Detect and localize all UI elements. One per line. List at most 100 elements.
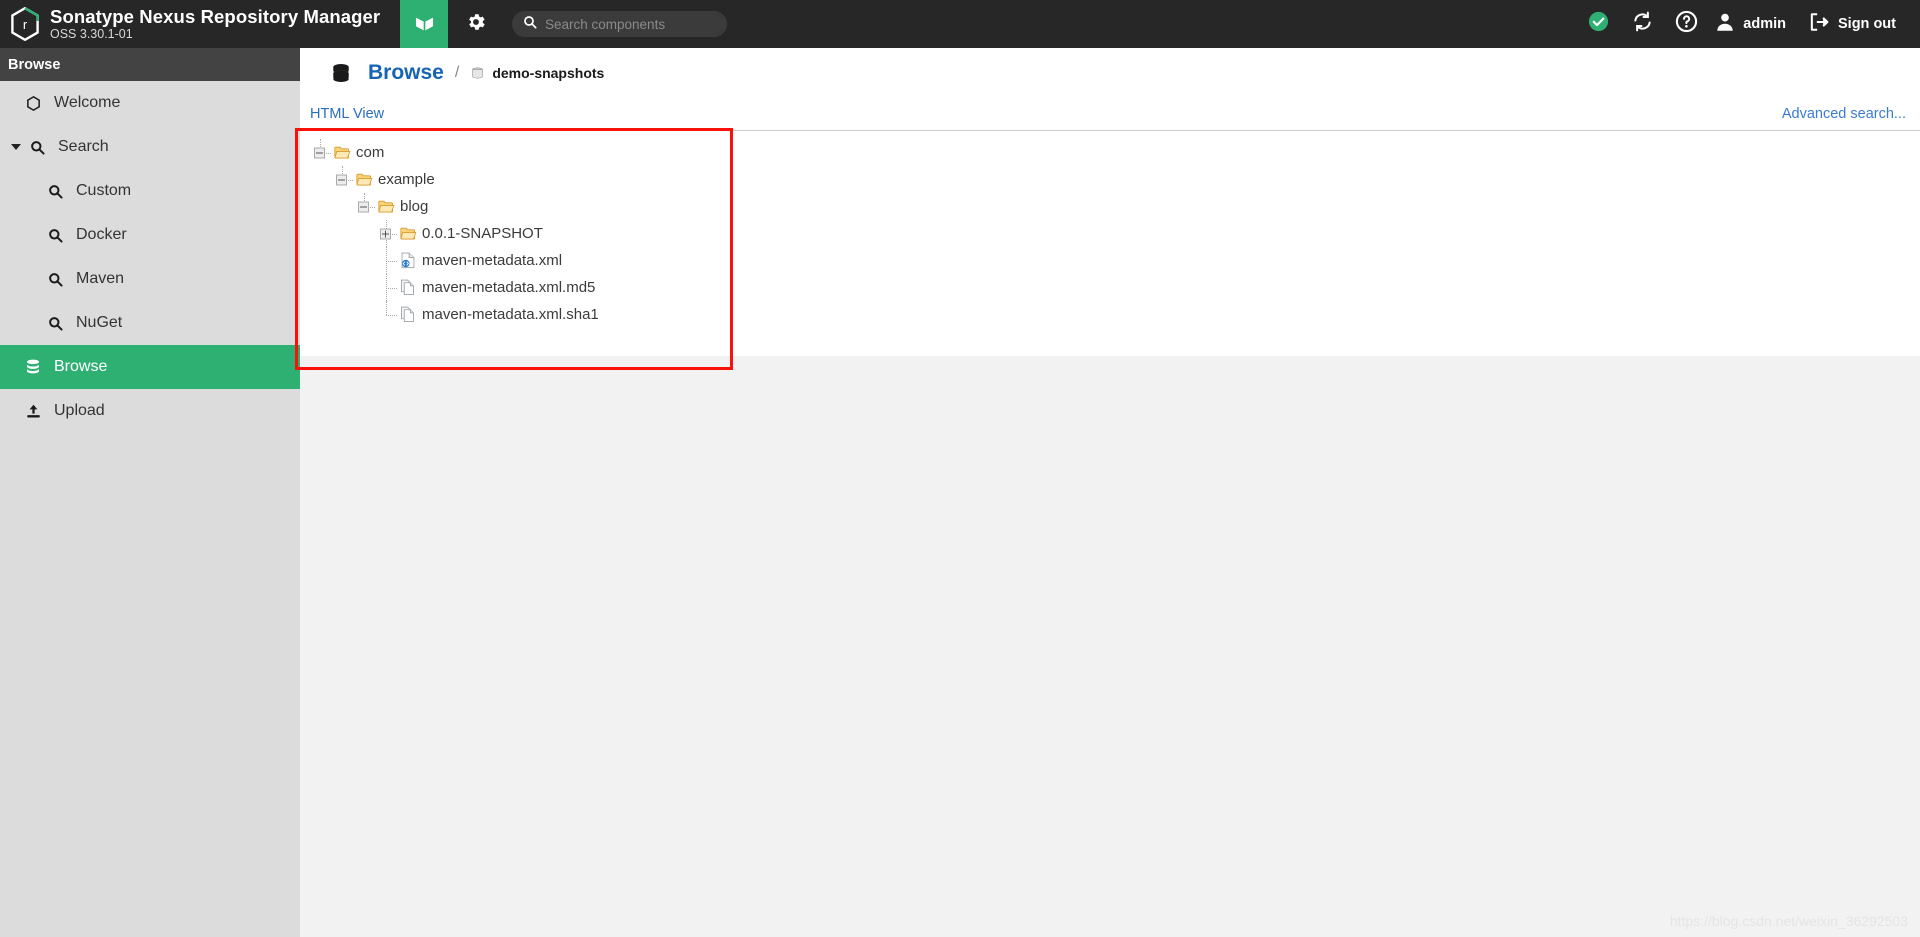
folder-open-icon (398, 226, 418, 242)
search-icon (24, 139, 50, 156)
upload-icon (20, 403, 46, 420)
breadcrumb: Browse / demo-snapshots (300, 48, 1920, 98)
tree-indent-guide (310, 274, 332, 301)
search-input[interactable] (545, 16, 717, 32)
search-icon (42, 227, 68, 244)
tree-indent-guide (354, 247, 376, 274)
breadcrumb-root[interactable]: Browse (368, 61, 444, 85)
tree-indent-guide (310, 193, 332, 220)
tree-indent-guide (332, 193, 354, 220)
sidebar-item-browse[interactable]: Browse (0, 345, 300, 389)
user-icon (1714, 11, 1736, 37)
folder-open-icon (354, 172, 374, 188)
system-status-button[interactable] (1576, 0, 1620, 48)
sidebar-item-upload[interactable]: Upload (0, 389, 300, 433)
sign-out-button[interactable]: Sign out (1792, 0, 1902, 48)
tree-indent-guide (310, 301, 332, 328)
app-version: OSS 3.30.1-01 (50, 26, 133, 41)
tree-node[interactable]: maven-metadata.xml (310, 247, 1920, 274)
folder-open-icon (332, 145, 352, 161)
sidebar-item-maven[interactable]: Maven (0, 257, 300, 301)
tree-indent-guide (310, 220, 332, 247)
sidebar-item-label: Custom (76, 182, 132, 199)
repository-tree-panel: com example blog 0.0.1-SNAPSHOT maven-metada… (300, 130, 1920, 356)
tree-indent-guide (332, 301, 354, 328)
content-toolbar: HTML View Advanced search... (300, 98, 1920, 130)
search-icon (42, 271, 68, 288)
brand: r Sonatype Nexus Repository Manager OSS … (0, 5, 400, 42)
collapse-icon[interactable] (354, 193, 376, 220)
sidebar-item-welcome[interactable]: Welcome (0, 81, 300, 125)
search-icon (42, 315, 68, 332)
sidebar-item-custom[interactable]: Custom (0, 169, 300, 213)
collapse-icon[interactable] (310, 139, 332, 166)
html-view-link[interactable]: HTML View (310, 106, 384, 122)
sidebar-item-label: Browse (54, 358, 108, 375)
tree-connector (376, 301, 398, 328)
cube-icon (412, 9, 437, 39)
xml-file-icon (398, 252, 418, 269)
tree-indent-guide (332, 274, 354, 301)
database-icon (20, 358, 46, 376)
tree-node[interactable]: blog (310, 193, 1920, 220)
tree-indent-guide (310, 247, 332, 274)
nexus-logo-icon: r (10, 6, 40, 42)
tree-node[interactable]: 0.0.1-SNAPSHOT (310, 220, 1920, 247)
tree-node[interactable]: example (310, 166, 1920, 193)
breadcrumb-separator: / (454, 64, 460, 81)
app-title: Sonatype Nexus Repository Manager (50, 5, 381, 27)
sidebar-item-docker[interactable]: Docker (0, 213, 300, 257)
tree-node-label[interactable]: com (356, 144, 384, 161)
sidebar-item-label: Docker (76, 226, 127, 243)
gear-icon (465, 11, 487, 38)
sidebar-item-label: Maven (76, 270, 125, 287)
tree-indent-guide (354, 220, 376, 247)
tree-indent-guide (332, 247, 354, 274)
sidebar-section-title: Browse (0, 48, 300, 81)
refresh-icon (1631, 10, 1654, 38)
sidebar-item-search[interactable]: Search (0, 125, 300, 169)
breadcrumb-leaf[interactable]: demo-snapshots (470, 65, 604, 81)
sidebar: Browse Welcome Search Custom Docker Maven NuG… (0, 48, 300, 937)
repository-icon (470, 66, 485, 81)
file-icon (398, 279, 418, 296)
tab-browse-repository[interactable] (400, 0, 448, 48)
sidebar-item-nuget[interactable]: NuGet (0, 301, 300, 345)
search-components-box[interactable] (512, 11, 727, 37)
tree-node-label[interactable]: example (378, 171, 435, 188)
repository-tree: com example blog 0.0.1-SNAPSHOT maven-metada… (300, 131, 1920, 328)
tree-indent-guide (310, 166, 332, 193)
hexagon-icon (20, 95, 46, 112)
tree-node[interactable]: com (310, 139, 1920, 166)
tree-node-label[interactable]: 0.0.1-SNAPSHOT (422, 225, 543, 242)
app-header: r Sonatype Nexus Repository Manager OSS … (0, 0, 1920, 48)
tree-node-label[interactable]: maven-metadata.xml.md5 (422, 279, 595, 296)
help-button[interactable] (1664, 0, 1708, 48)
tree-node[interactable]: maven-metadata.xml.md5 (310, 274, 1920, 301)
sign-out-icon (1808, 11, 1830, 37)
advanced-search-link[interactable]: Advanced search... (1782, 106, 1906, 122)
sign-out-label: Sign out (1838, 16, 1896, 32)
tree-node-label[interactable]: maven-metadata.xml (422, 252, 562, 269)
user-name: admin (1743, 16, 1786, 32)
refresh-button[interactable] (1620, 0, 1664, 48)
help-circle-icon (1675, 10, 1698, 38)
chevron-down-icon[interactable] (8, 144, 24, 150)
tree-node-label[interactable]: blog (400, 198, 428, 215)
user-menu[interactable]: admin (1708, 0, 1792, 48)
expand-icon[interactable] (376, 220, 398, 247)
search-icon (42, 183, 68, 200)
collapse-icon[interactable] (332, 166, 354, 193)
breadcrumb-leaf-label: demo-snapshots (492, 65, 605, 81)
database-icon (330, 62, 352, 84)
tree-connector (376, 247, 398, 274)
sidebar-item-label: Welcome (54, 94, 121, 111)
tree-indent-guide (354, 274, 376, 301)
search-icon (522, 14, 538, 35)
tab-server-administration[interactable] (448, 0, 504, 48)
tree-connector (376, 274, 398, 301)
tree-node[interactable]: maven-metadata.xml.sha1 (310, 301, 1920, 328)
tree-node-label[interactable]: maven-metadata.xml.sha1 (422, 306, 599, 323)
sidebar-item-label: Search (58, 138, 109, 155)
svg-text:r: r (23, 17, 28, 32)
